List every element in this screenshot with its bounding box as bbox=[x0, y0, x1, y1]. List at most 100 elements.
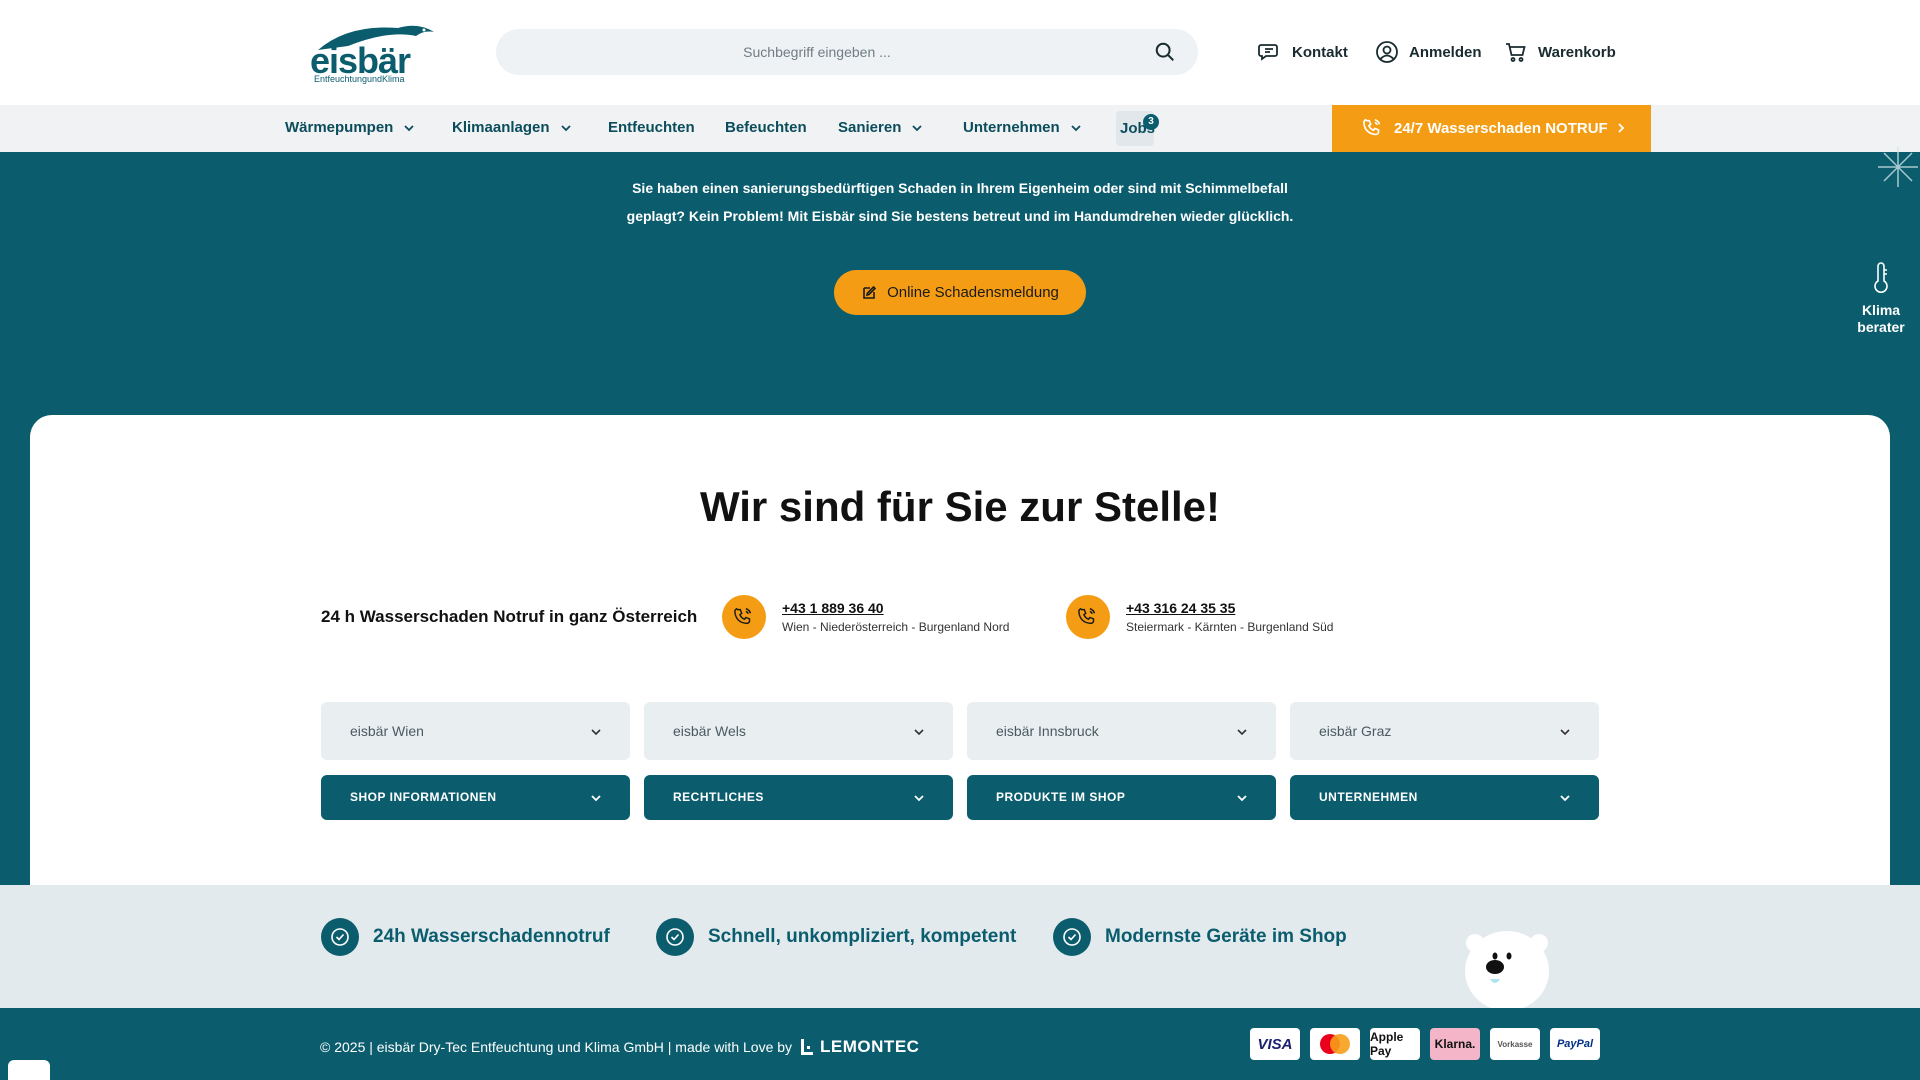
user-icon bbox=[1376, 41, 1398, 63]
nav-item-befeuchten[interactable]: Befeuchten bbox=[725, 119, 807, 136]
payment-label: VISA bbox=[1257, 1035, 1293, 1053]
phone-icon-circle bbox=[1066, 595, 1110, 639]
chevron-down-icon bbox=[404, 124, 414, 131]
nav-item-klimaanlagen[interactable]: Klimaanlagen bbox=[452, 119, 572, 136]
footer-menu-shop-info[interactable]: SHOP INFORMATIONEN bbox=[321, 775, 630, 820]
phone-contact-vienna[interactable]: +43 1 889 36 40 Wien - Niederösterreich … bbox=[722, 595, 1009, 639]
phone-ringing-icon bbox=[734, 607, 752, 625]
polar-bear-mascot-icon bbox=[1465, 931, 1549, 1008]
nav-label: Sanieren bbox=[838, 119, 902, 136]
chevron-down-icon bbox=[1237, 795, 1247, 802]
eisbaer-logo[interactable]: eisbär EntfeuchtungundKlima bbox=[308, 18, 438, 86]
cart-label: Warenkorb bbox=[1538, 43, 1616, 61]
chevron-down-icon bbox=[912, 124, 923, 131]
usp-strip: 24h Wasserschadennotruf Schnell, unkompl… bbox=[0, 885, 1920, 1008]
usp-label: Schnell, unkompliziert, kompetent bbox=[708, 926, 1017, 947]
check-circle-icon bbox=[321, 918, 359, 956]
online-damage-report-label: Online Schadensmeldung bbox=[887, 284, 1059, 301]
contact-title: Wir sind für Sie zur Stelle! bbox=[699, 483, 1221, 530]
online-damage-report-button[interactable]: Online Schadensmeldung bbox=[834, 270, 1086, 315]
phone-number-link[interactable]: +43 1 889 36 40 bbox=[782, 600, 1009, 616]
check-circle-icon bbox=[1053, 918, 1091, 956]
footer-menu-products[interactable]: PRODUKTE IM SHOP bbox=[967, 775, 1276, 820]
location-dropdown-wels[interactable]: eisbär Wels bbox=[644, 702, 953, 760]
snowflake-decoration-icon bbox=[1878, 147, 1918, 187]
contact-label: Kontakt bbox=[1292, 43, 1348, 61]
usp-label: 24h Wasserschadennotruf bbox=[373, 926, 610, 947]
climate-advisor-button[interactable]: Klima berater bbox=[1852, 262, 1910, 336]
emergency-label: 24/7 Wasserschaden NOTRUF bbox=[1394, 120, 1608, 137]
location-dropdown-wien[interactable]: eisbär Wien bbox=[321, 702, 630, 760]
location-dropdown-innsbruck[interactable]: eisbär Innsbruck bbox=[967, 702, 1276, 760]
chevron-down-icon bbox=[560, 124, 571, 131]
emergency-service-text: 24 h Wasserschaden Notruf in ganz Österr… bbox=[321, 607, 698, 626]
chevron-right-icon bbox=[1618, 123, 1625, 133]
payment-prepayment-icon: Vorkasse bbox=[1490, 1028, 1540, 1060]
copyright-text: © 2025 | eisbär Dry-Tec Entfeuchtung und… bbox=[320, 1039, 793, 1055]
chevron-down-icon bbox=[591, 795, 601, 802]
chevron-down-icon bbox=[1071, 124, 1081, 131]
search-icon[interactable] bbox=[1154, 41, 1176, 63]
nav-item-unternehmen[interactable]: Unternehmen bbox=[963, 119, 1082, 136]
cart-icon bbox=[1506, 43, 1526, 62]
agency-link[interactable]: LEMONTEC bbox=[800, 1037, 919, 1057]
login-link[interactable]: Anmelden bbox=[1375, 40, 1482, 64]
payment-label: Vorkasse bbox=[1497, 1039, 1533, 1049]
location-label: eisbär Graz bbox=[1319, 723, 1392, 739]
chevron-down-icon bbox=[1237, 729, 1247, 736]
footer-menu-label: RECHTLICHES bbox=[673, 790, 764, 804]
chevron-down-icon bbox=[591, 729, 601, 736]
payment-label: Apple Pay bbox=[1370, 1030, 1404, 1058]
cart-link[interactable]: Warenkorb bbox=[1504, 40, 1616, 64]
jobs-count-badge: 3 bbox=[1143, 114, 1159, 130]
thermometer-icon bbox=[1874, 262, 1888, 293]
phone-ringing-icon bbox=[1078, 607, 1096, 625]
payment-paypal-icon: PayPal bbox=[1550, 1028, 1600, 1060]
payment-label: Klarna. bbox=[1434, 1037, 1476, 1051]
nav-label: Befeuchten bbox=[725, 119, 807, 136]
emergency-hotline-button[interactable]: 24/7 Wasserschaden NOTRUF bbox=[1332, 105, 1651, 152]
phone-region: Wien - Niederösterreich - Burgenland Nor… bbox=[782, 620, 1010, 634]
payment-applepay-icon: Apple Pay bbox=[1370, 1028, 1420, 1060]
footer-menu-label: SHOP INFORMATIONEN bbox=[350, 790, 497, 804]
footer-menu-legal[interactable]: RECHTLICHES bbox=[644, 775, 953, 820]
phone-icon-circle bbox=[722, 595, 766, 639]
hero-text-line: Sie haben einen sanierungsbedürftigen Sc… bbox=[632, 180, 1288, 196]
nav-item-waermepumpen[interactable]: Wärmepumpen bbox=[285, 119, 415, 136]
climate-advisor-label-line2: berater bbox=[1857, 319, 1905, 335]
search-bar[interactable]: Suchbegriff eingeben ... bbox=[496, 29, 1198, 75]
nav-label: Entfeuchten bbox=[608, 119, 695, 136]
phone-region: Steiermark - Kärnten - Burgenland Süd bbox=[1126, 620, 1334, 634]
chevron-down-icon bbox=[1560, 795, 1570, 802]
footer-menu-company[interactable]: UNTERNEHMEN bbox=[1290, 775, 1599, 820]
footer-menu-label: UNTERNEHMEN bbox=[1319, 790, 1418, 804]
nav-item-sanieren[interactable]: Sanieren bbox=[838, 119, 923, 136]
cookie-settings-button[interactable] bbox=[8, 1060, 50, 1080]
phone-number-link[interactable]: +43 316 24 35 35 bbox=[1126, 600, 1333, 616]
phone-ringing-icon bbox=[1363, 118, 1381, 136]
payment-klarna-icon: Klarna. bbox=[1430, 1028, 1480, 1060]
logo-tagline: EntfeuchtungundKlima bbox=[314, 74, 405, 84]
nav-label: Unternehmen bbox=[963, 119, 1060, 136]
nav-item-jobs[interactable]: Jobs 3 bbox=[1116, 111, 1159, 146]
contact-link[interactable]: Kontakt bbox=[1258, 40, 1348, 64]
chevron-down-icon bbox=[914, 795, 924, 802]
climate-advisor-label-line1: Klima bbox=[1861, 302, 1901, 318]
copyright-line: © 2025 | eisbär Dry-Tec Entfeuchtung und… bbox=[320, 1037, 919, 1057]
location-label: eisbär Wels bbox=[673, 723, 746, 739]
payment-visa-icon: VISA bbox=[1250, 1028, 1300, 1060]
nav-label: Klimaanlagen bbox=[452, 119, 550, 136]
agency-name: LEMONTEC bbox=[820, 1037, 920, 1056]
nav-item-entfeuchten[interactable]: Entfeuchten bbox=[608, 119, 695, 136]
hero-description: Sie haben einen sanierungsbedürftigen Sc… bbox=[600, 174, 1320, 230]
location-dropdown-graz[interactable]: eisbär Graz bbox=[1290, 702, 1599, 760]
search-input[interactable]: Suchbegriff eingeben ... bbox=[496, 44, 1138, 60]
usp-item: 24h Wasserschadennotruf bbox=[321, 918, 610, 956]
usp-label: Modernste Geräte im Shop bbox=[1105, 926, 1347, 947]
phone-contact-styria[interactable]: +43 316 24 35 35 Steiermark - Kärnten - … bbox=[1066, 595, 1333, 639]
site-footer: © 2025 | eisbär Dry-Tec Entfeuchtung und… bbox=[0, 1008, 1920, 1080]
footer-menu-label: PRODUKTE IM SHOP bbox=[996, 790, 1126, 804]
chevron-down-icon bbox=[1560, 729, 1570, 736]
hero-text-line: geplagt? Kein Problem! Mit Eisbär sind S… bbox=[626, 208, 1294, 224]
chevron-down-icon bbox=[914, 729, 924, 736]
